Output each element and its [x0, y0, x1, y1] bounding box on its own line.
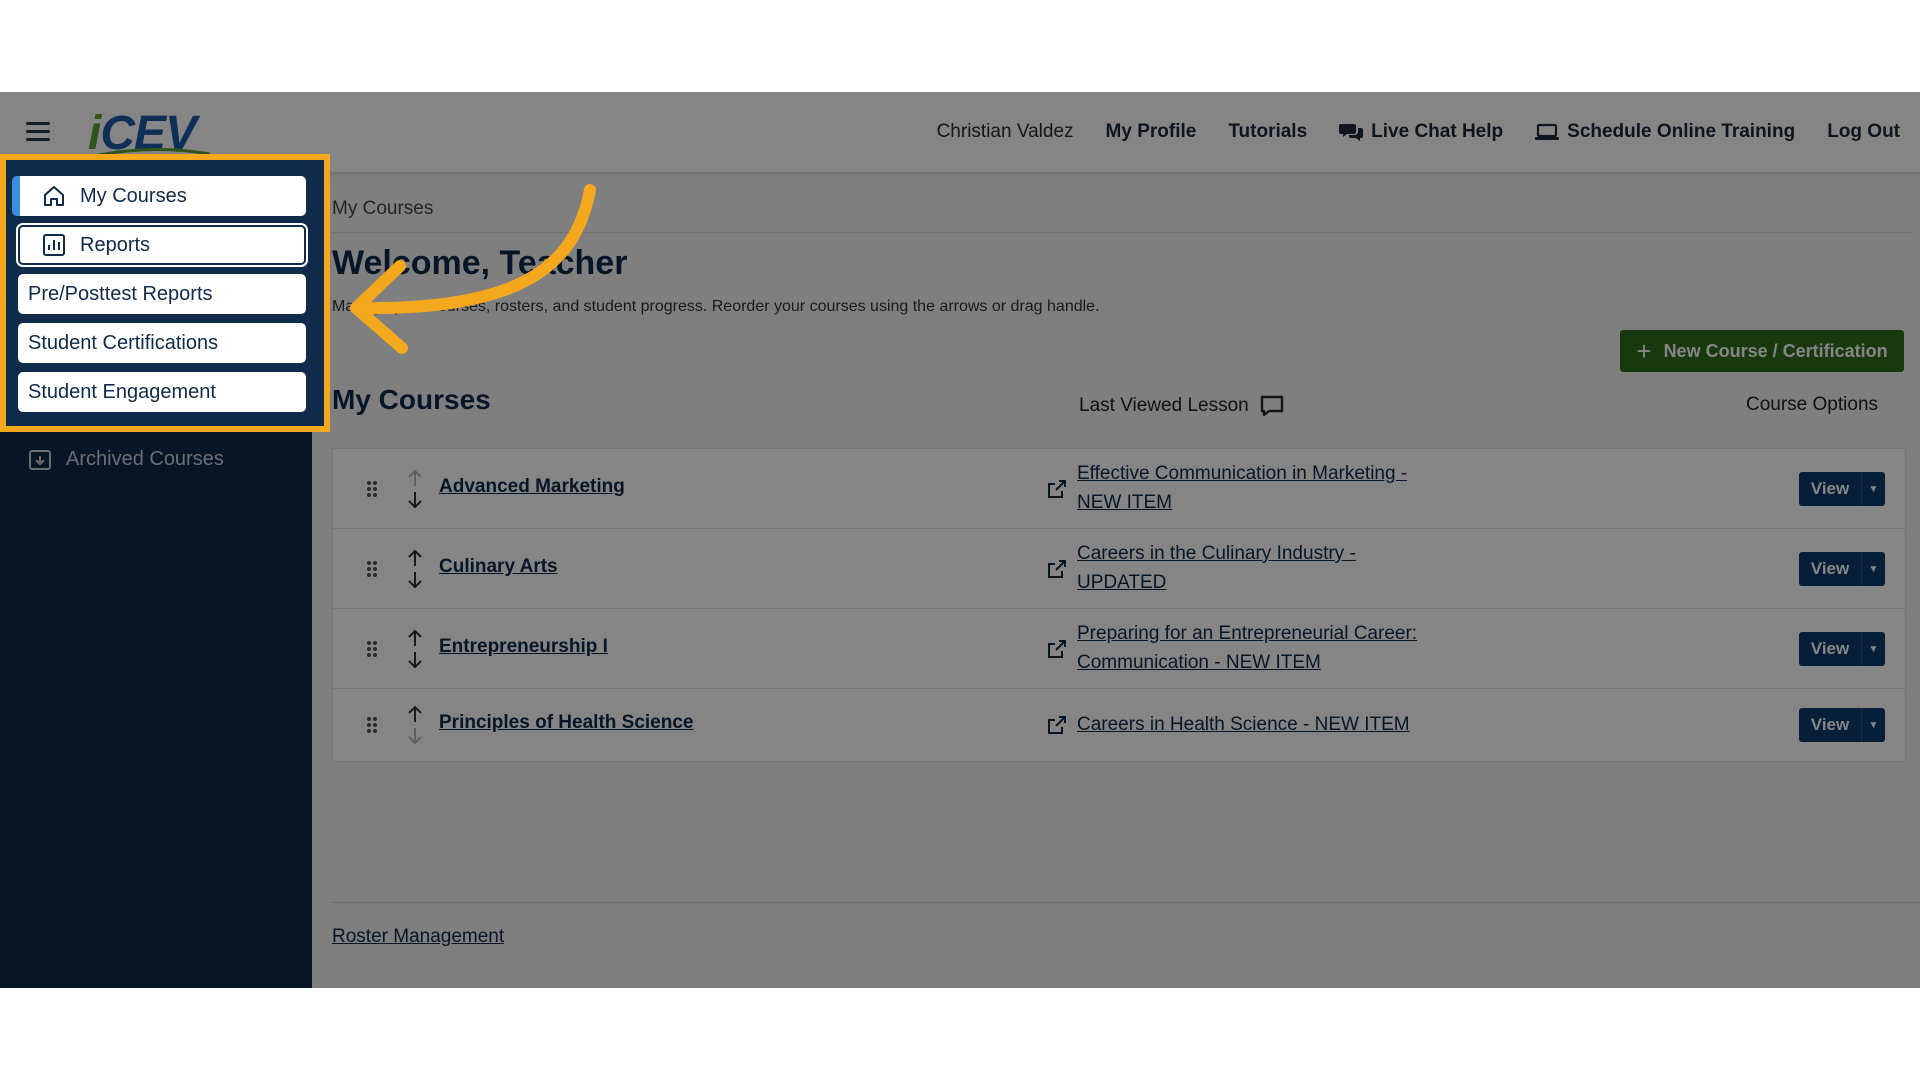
sidebar-item-student-engagement[interactable]: Student Engagement — [18, 372, 306, 412]
pointer-arrow — [350, 184, 596, 354]
reports-icon — [43, 234, 65, 256]
highlight-box: My Courses Reports Pre/Posttest Reports … — [0, 154, 330, 432]
sidebar-item-label: Pre/Posttest Reports — [28, 282, 213, 305]
sidebar-item-my-courses[interactable]: My Courses — [12, 176, 306, 216]
app-window: iCEV Christian Valdez My Profile Tutoria… — [0, 92, 1920, 988]
sidebar-item-label: Reports — [80, 233, 151, 256]
sidebar-item-reports[interactable]: Reports — [18, 225, 306, 265]
sidebar-item-label: Student Engagement — [28, 380, 216, 403]
sidebar-item-pre-posttest-reports[interactable]: Pre/Posttest Reports — [18, 274, 306, 314]
sidebar-item-label: Student Certifications — [28, 331, 219, 354]
sidebar-item-label: My Courses — [80, 184, 187, 207]
home-icon — [44, 186, 64, 206]
sidebar-item-student-certifications[interactable]: Student Certifications — [18, 323, 306, 363]
